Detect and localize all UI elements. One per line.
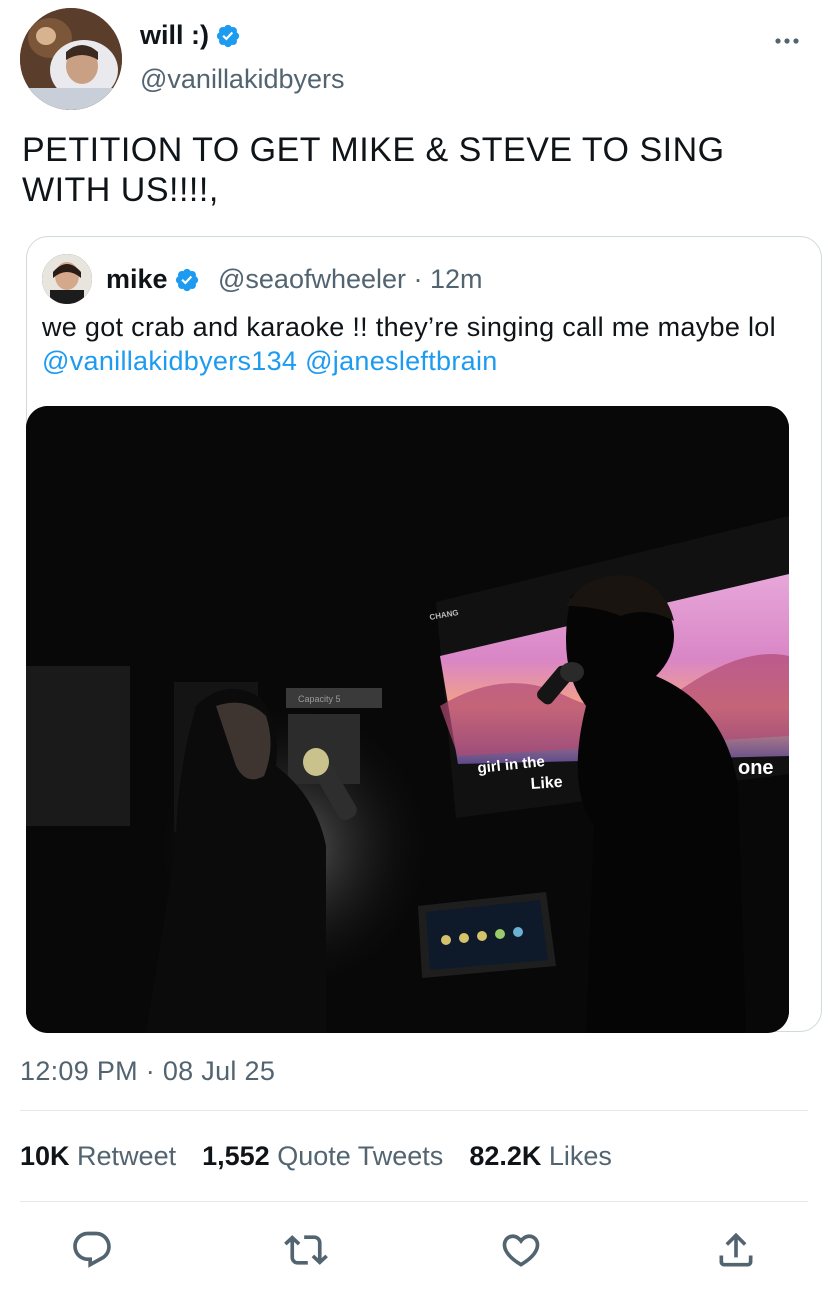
tweet-timestamp[interactable]: 12:09 PM · 08 Jul 25 [20,1056,275,1087]
quoted-avatar-image [42,254,92,304]
stat-retweets-label: Retweet [77,1141,177,1171]
lyric-right: one [738,757,774,779]
divider-bottom [20,1201,808,1202]
verified-badge-icon [216,24,240,47]
share-icon[interactable] [714,1228,758,1272]
engagement-stats: 10K Retweet 1,552 Quote Tweets 82.2K Lik… [20,1141,612,1172]
author-handle[interactable]: @vanillakidbyers [140,64,345,95]
author-avatar-image [20,8,122,110]
stat-retweets[interactable]: 10K Retweet [20,1141,176,1172]
stat-likes[interactable]: 82.2K Likes [469,1141,612,1172]
retweet-icon[interactable] [284,1228,328,1272]
stat-likes-count: 82.2K [469,1141,542,1171]
quoted-author-name[interactable]: mike [106,264,168,295]
mention-link-2[interactable]: @janesleftbrain [305,346,498,376]
stat-quotes-count: 1,552 [202,1141,270,1171]
author-name[interactable]: will :) [140,20,209,51]
stat-quotes-label: Quote Tweets [277,1141,444,1171]
reply-icon[interactable] [70,1228,114,1272]
quoted-tweet-photo[interactable]: Capacity 5 CHANG girl in the orl Like on… [26,406,789,1033]
stat-likes-label: Likes [548,1141,612,1171]
quoted-author-name-row[interactable]: mike [106,264,200,295]
quoted-tweet-text: we got crab and karaoke !! they’re singi… [42,310,802,378]
quoted-author-avatar[interactable] [42,254,92,304]
wall-sign-text: Capacity 5 [298,694,341,704]
author-name-row[interactable]: will :) [140,20,241,51]
more-options-icon[interactable] [772,26,802,56]
lyric-line-2: Like [530,774,563,793]
quoted-verified-badge-icon [175,268,198,291]
quoted-handle-time[interactable]: @seaofwheeler · 12m [218,264,483,295]
tweet-text: PETITION TO GET MIKE & STEVE TO SING WIT… [22,131,725,209]
like-icon[interactable] [499,1228,543,1272]
karaoke-scene-image: Capacity 5 CHANG girl in the orl Like on… [26,406,789,1033]
divider-top [20,1110,808,1111]
stat-quotes[interactable]: 1,552 Quote Tweets [202,1141,443,1172]
mention-link-1[interactable]: @vanillakidbyers134 [42,346,297,376]
stat-retweets-count: 10K [20,1141,70,1171]
author-avatar[interactable] [20,8,122,110]
quoted-text-plain: we got crab and karaoke !! they’re singi… [42,312,776,342]
